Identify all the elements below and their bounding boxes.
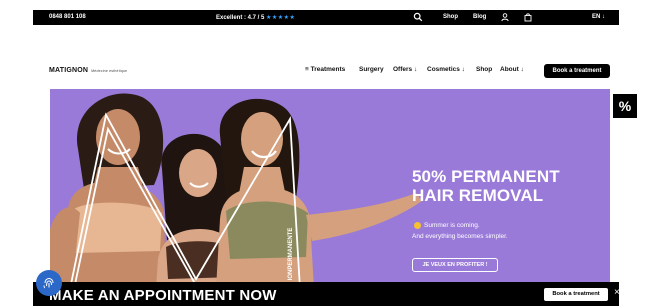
book-treatment-button[interactable]: Book a treatment	[544, 64, 610, 78]
promo-percent-tile[interactable]: %	[613, 94, 637, 118]
fingerprint-glyph	[43, 277, 54, 289]
brand-name: MATIGNON	[49, 67, 89, 74]
rating-widget[interactable]: Excellent : 4.7 / 5 ★★★★★	[216, 14, 295, 21]
language-selector[interactable]: EN ↓	[592, 14, 605, 20]
nav-item-shop[interactable]: Shop	[476, 66, 492, 73]
fingerprint-icon[interactable]	[36, 270, 62, 296]
rating-text: Excellent : 4.7 / 5	[216, 15, 265, 21]
nav-item-treatments[interactable]: ≡ Treatments	[305, 66, 345, 73]
hero-subtext-1: Summer is coming.	[424, 222, 480, 229]
appointment-bar: MAKE AN APPOINTMENT NOW Book a treatment…	[33, 282, 620, 306]
hero-headline: 50% PERMANENT HAIR REMOVAL	[412, 167, 560, 205]
headline-line-1: 50% PERMANENT	[412, 167, 560, 186]
top-shop-link[interactable]: Shop	[443, 14, 458, 20]
appointment-book-button[interactable]: Book a treatment	[544, 288, 608, 301]
nav-item-offers[interactable]: Offers ↓	[393, 66, 417, 73]
rating-stars: ★★★★★	[266, 15, 296, 21]
top-blog-link[interactable]: Blog	[473, 14, 486, 20]
nav-item-surgery[interactable]: Surgery	[359, 66, 384, 73]
bag-icon[interactable]	[523, 12, 533, 22]
phone-link[interactable]: 0848 801 108	[49, 14, 86, 20]
top-utility-bar: 0848 801 108 Excellent : 4.7 / 5 ★★★★★ S…	[33, 10, 619, 25]
brand-tagline: Médecine esthétique	[91, 69, 128, 73]
nav-item-cosmetics[interactable]: Cosmetics ↓	[427, 66, 465, 73]
headline-line-2: HAIR REMOVAL	[412, 186, 544, 205]
hero-cta-button[interactable]: JE VEUX EN PROFITER !	[412, 258, 498, 272]
close-icon[interactable]: ×	[614, 287, 620, 299]
hero-banner[interactable]: IONPERMANENTE 50% PERMANENT HAIR REMOVAL…	[50, 89, 610, 289]
main-navigation: MATIGNON Médecine esthétique ≡ Treatments…	[33, 25, 619, 89]
appointment-title: MAKE AN APPOINTMENT NOW	[49, 287, 277, 304]
brand-logo[interactable]: MATIGNON Médecine esthétique	[49, 67, 127, 74]
sun-icon	[414, 222, 421, 229]
vertical-brand-text: IONPERMANENTE	[288, 227, 294, 281]
page-frame: 0848 801 108 Excellent : 4.7 / 5 ★★★★★ S…	[33, 10, 619, 306]
search-icon[interactable]	[413, 12, 423, 22]
user-icon[interactable]	[500, 12, 510, 22]
nav-item-about[interactable]: About ↓	[500, 66, 524, 73]
hero-subtext-2: And everything becomes simpler.	[412, 233, 508, 240]
